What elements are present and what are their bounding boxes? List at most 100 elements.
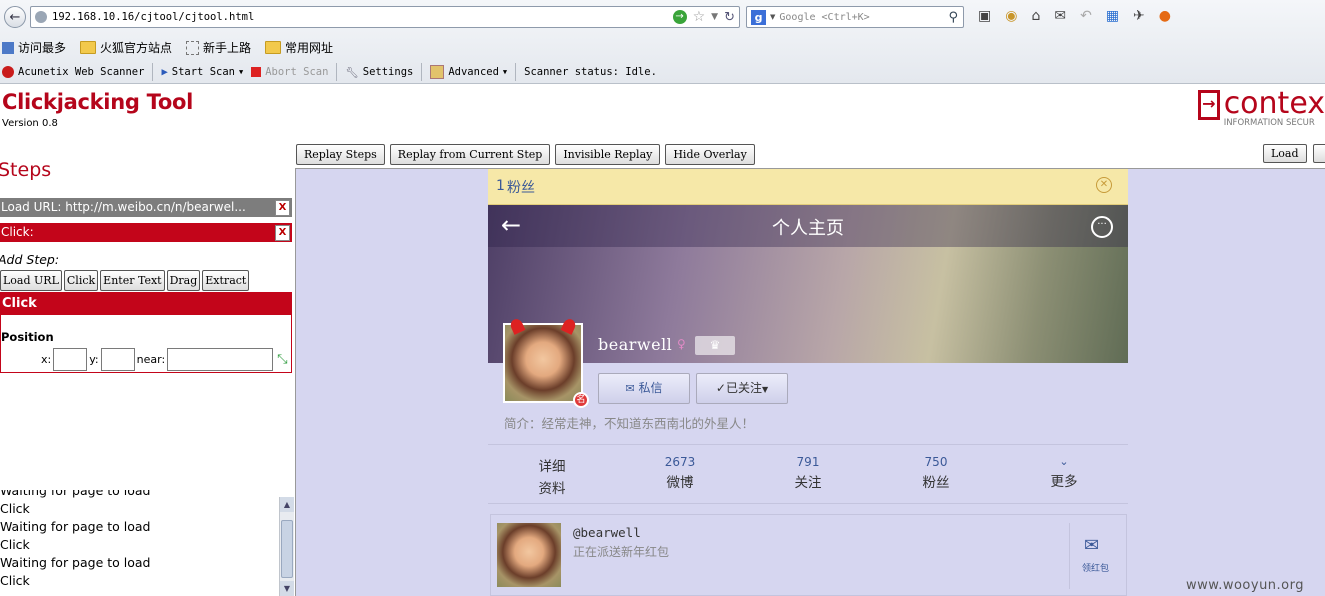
mail-icon[interactable]: ✉ bbox=[1054, 8, 1066, 24]
acunetix-brand: Acunetix Web Scanner bbox=[2, 66, 144, 78]
toolbar-divider bbox=[152, 63, 154, 81]
search-input[interactable]: Google <Ctrl+K> bbox=[779, 12, 869, 23]
near-input[interactable] bbox=[167, 348, 274, 371]
divider bbox=[1069, 523, 1070, 589]
context-logo: → contex INFORMATION SECUR bbox=[1198, 90, 1325, 128]
stop-icon bbox=[251, 67, 262, 77]
add-enter-text-button[interactable]: Enter Text bbox=[100, 270, 165, 291]
replay-steps-button[interactable]: Replay Steps bbox=[296, 144, 385, 165]
back-arrow-icon: ← bbox=[9, 9, 21, 25]
scroll-down-icon[interactable]: ▼ bbox=[280, 581, 294, 596]
log-panel: Waiting for page to load Click Waiting f… bbox=[0, 490, 279, 596]
advanced-icon bbox=[430, 65, 445, 79]
add-step-label: Add Step: bbox=[0, 252, 60, 267]
screenshot-icon[interactable]: ▣ bbox=[978, 8, 991, 24]
username: bearwell bbox=[598, 335, 673, 354]
load-button[interactable]: Load bbox=[1263, 144, 1307, 163]
delete-step-button[interactable]: X bbox=[275, 200, 290, 216]
x-input[interactable] bbox=[53, 348, 88, 371]
stat-weibo[interactable]: 2673 微博 bbox=[616, 455, 744, 491]
scroll-up-icon[interactable]: ▲ bbox=[280, 497, 294, 512]
add-step-buttons: Load URL Click Enter Text Drag Extract bbox=[0, 270, 250, 291]
notice-bar[interactable]: 1 粉丝 ✕ bbox=[488, 169, 1128, 205]
search-bar[interactable]: g ▼ Google <Ctrl+K> ⚲ bbox=[746, 6, 964, 28]
add-drag-button[interactable]: Drag bbox=[166, 270, 201, 291]
hide-overlay-button[interactable]: Hide Overlay bbox=[665, 144, 755, 165]
add-click-button[interactable]: Click bbox=[63, 270, 99, 291]
url-bar[interactable]: 192.168.10.16/cjtool/cjtool.html → ☆ ▼ ↻ bbox=[30, 6, 740, 28]
bookmark-common-sites[interactable]: 常用网址 bbox=[265, 39, 333, 56]
back-button[interactable]: ← bbox=[4, 6, 26, 28]
log-scrollbar[interactable]: ▲ ▼ bbox=[279, 497, 294, 596]
addon-icon[interactable]: ◉ bbox=[1005, 8, 1017, 24]
tools-icon[interactable]: ✈ bbox=[1133, 8, 1145, 24]
bookmark-most-visited[interactable]: 访问最多 bbox=[2, 39, 66, 56]
google-icon: g bbox=[751, 9, 766, 25]
bookmark-firefox-site[interactable]: 火狐官方站点 bbox=[80, 39, 172, 56]
notice-text: 粉丝 bbox=[507, 180, 535, 196]
save-button[interactable] bbox=[1313, 144, 1325, 163]
step-label: Click: bbox=[1, 225, 34, 239]
watermark: www.wooyun.org bbox=[1186, 578, 1305, 593]
go-icon[interactable]: → bbox=[672, 10, 687, 24]
firefox-icon[interactable]: ● bbox=[1159, 8, 1171, 24]
chevron-down-icon: ⌄ bbox=[1059, 455, 1069, 468]
step-click[interactable]: Click: X bbox=[0, 223, 292, 242]
followed-button[interactable]: ✓已关注▼ bbox=[696, 373, 788, 404]
red-packet-label[interactable]: 领红包 bbox=[1082, 561, 1109, 574]
bio-text: 简介：经常走神，不知道东西南北的外星人！ bbox=[504, 416, 755, 431]
star-icon[interactable]: ☆ bbox=[693, 9, 706, 25]
scanner-status: Scanner status: Idle. bbox=[524, 66, 657, 78]
near-label: near: bbox=[136, 353, 166, 366]
replay-from-current-button[interactable]: Replay from Current Step bbox=[389, 144, 551, 165]
toolbar-divider bbox=[515, 63, 517, 81]
add-load-url-button[interactable]: Load URL bbox=[0, 270, 62, 291]
message-button[interactable]: ✉ 私信 bbox=[598, 373, 690, 404]
more-options-icon[interactable]: ··· bbox=[1091, 216, 1113, 238]
stat-more[interactable]: ⌄ 更多 bbox=[1000, 455, 1128, 490]
step-load-url[interactable]: Load URL: http://m.weibo.cn/n/bearwel...… bbox=[0, 198, 292, 217]
stat-profile[interactable]: 详细 资料 bbox=[488, 455, 616, 497]
gender-icon: ♀ bbox=[677, 337, 686, 351]
toolbar-divider bbox=[336, 63, 338, 81]
scroll-thumb[interactable] bbox=[281, 520, 293, 578]
start-scan-button[interactable]: ▶ Start Scan ▼ bbox=[161, 66, 243, 78]
header-title: 个人主页 bbox=[772, 218, 844, 239]
stat-followers[interactable]: 750 粉丝 bbox=[872, 455, 1000, 491]
post-card[interactable]: @bearwell 正在派送新年红包 ✉ 领红包 bbox=[490, 514, 1127, 596]
add-extract-button[interactable]: Extract bbox=[202, 270, 250, 291]
undo-icon[interactable]: ↶ bbox=[1080, 8, 1092, 24]
pick-position-icon[interactable]: ⤡ bbox=[277, 352, 287, 367]
invisible-replay-button[interactable]: Invisible Replay bbox=[555, 144, 661, 165]
bookmark-getting-started[interactable]: 新手上路 bbox=[186, 39, 251, 56]
cover-image: ← 个人主页 ··· bearwell ♀ ♛ bbox=[488, 205, 1128, 363]
advanced-button[interactable]: Advanced ▼ bbox=[430, 65, 507, 79]
position-label: Position bbox=[1, 330, 54, 344]
reload-icon[interactable]: ↻ bbox=[724, 10, 735, 25]
stat-following[interactable]: 791 关注 bbox=[744, 455, 872, 491]
home-icon[interactable]: ⌂ bbox=[1031, 8, 1040, 24]
abort-scan-button[interactable]: Abort Scan bbox=[251, 66, 328, 78]
apps-icon[interactable]: ▦ bbox=[1106, 8, 1119, 24]
version-label: Version 0.8 bbox=[2, 118, 58, 129]
avatar[interactable] bbox=[503, 317, 583, 403]
close-icon[interactable]: ✕ bbox=[1096, 177, 1112, 193]
y-label: y: bbox=[89, 353, 99, 366]
verified-badge-icon: 名 bbox=[573, 392, 589, 408]
post-avatar[interactable] bbox=[497, 523, 561, 587]
settings-button[interactable]: 🔧︎ Settings bbox=[345, 66, 413, 79]
dropdown-icon[interactable]: ▼ bbox=[711, 12, 718, 22]
context-logo-icon: → bbox=[1198, 90, 1220, 120]
folder-icon bbox=[265, 41, 282, 54]
url-text: 192.168.10.16/cjtool/cjtool.html bbox=[52, 11, 255, 23]
magnifier-icon[interactable]: ⚲ bbox=[948, 10, 958, 25]
y-input[interactable] bbox=[100, 348, 135, 371]
page-icon bbox=[186, 40, 200, 55]
red-packet-envelope-icon[interactable]: ✉ bbox=[1084, 535, 1099, 556]
log-line: Waiting for page to load bbox=[0, 490, 151, 498]
post-user[interactable]: @bearwell bbox=[573, 525, 641, 540]
toolbar-divider bbox=[421, 63, 423, 81]
check-icon: ✓ bbox=[715, 381, 726, 395]
delete-step-button[interactable]: X bbox=[275, 225, 290, 241]
editor-title: Click bbox=[1, 293, 291, 315]
